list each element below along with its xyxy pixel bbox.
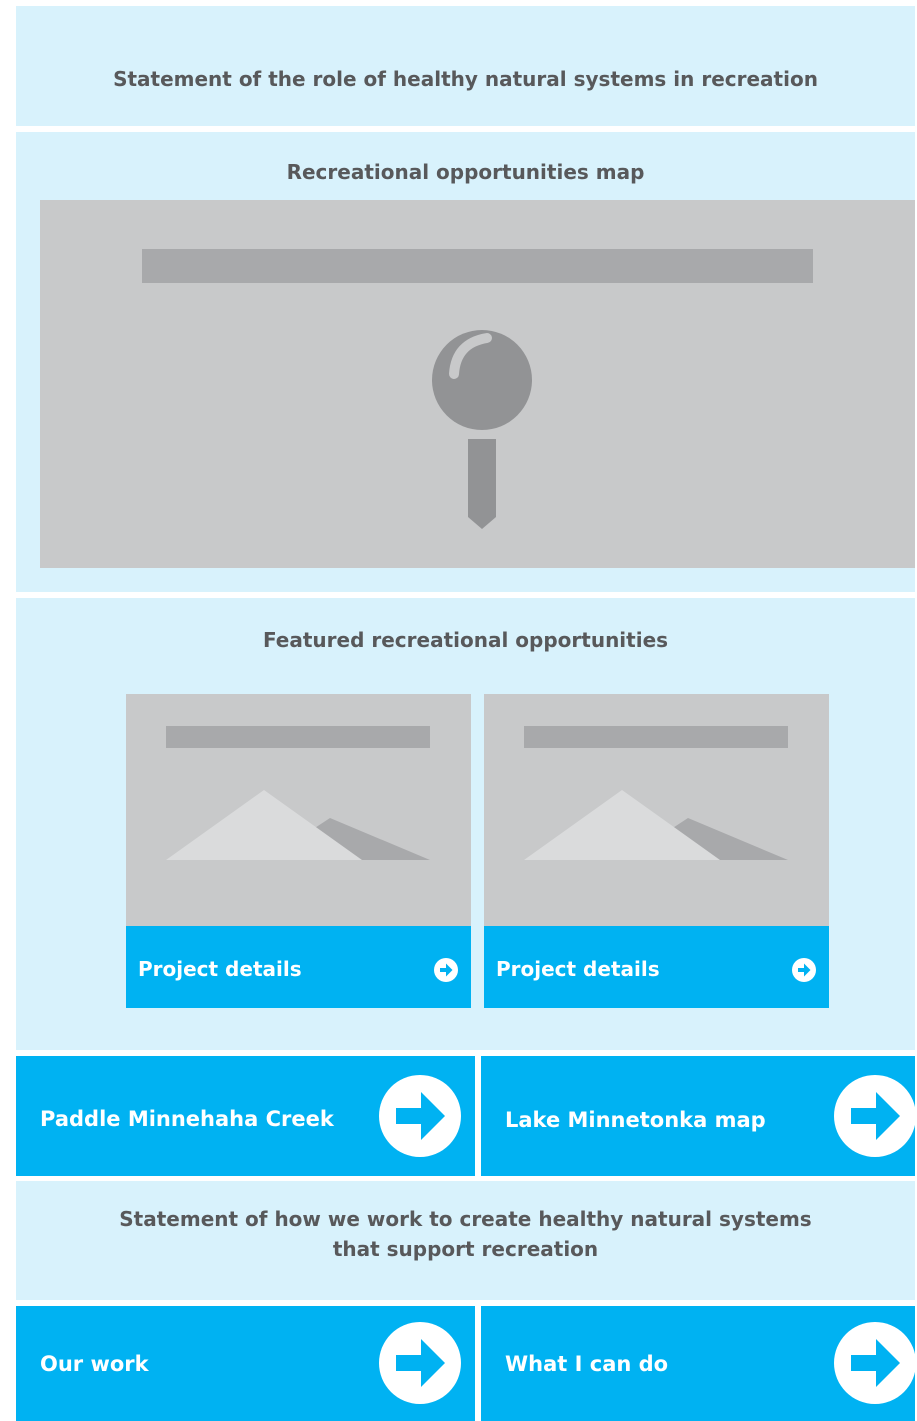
how-we-work-line-1: Statement of how we work to create healt… — [119, 1207, 812, 1231]
our-work-label: Our work — [40, 1352, 149, 1376]
paddle-minnehaha-creek-label: Paddle Minnehaha Creek — [40, 1107, 334, 1131]
project-details-label: Project details — [138, 957, 302, 981]
recreation-map[interactable] — [40, 200, 915, 568]
arrow-right-circle-icon — [792, 958, 816, 982]
featured-card[interactable]: Project details — [126, 694, 471, 1008]
intro-panel: Statement of the role of healthy natural… — [16, 6, 915, 126]
card-title-bar — [524, 726, 788, 748]
how-we-work-statement: Statement of how we work to create healt… — [16, 1204, 915, 1264]
what-i-can-do-button[interactable]: What I can do — [481, 1306, 916, 1421]
how-we-work-line-2: that support recreation — [332, 1237, 599, 1261]
project-details-button[interactable]: Project details — [484, 926, 829, 1008]
map-pin-icon — [432, 330, 532, 529]
card-title-bar — [166, 726, 430, 748]
image-placeholder-icon — [524, 790, 788, 860]
image-placeholder-icon — [166, 790, 430, 860]
what-i-can-do-label: What I can do — [505, 1352, 669, 1376]
featured-section-title: Featured recreational opportunities — [262, 628, 669, 652]
arrow-right-circle-icon — [834, 1322, 916, 1404]
arrow-right-circle-icon — [379, 1322, 461, 1404]
arrow-right-circle-icon — [379, 1075, 461, 1157]
featured-panel: Featured recreational opportunities Proj… — [16, 598, 915, 1050]
featured-card[interactable]: Project details — [484, 694, 829, 1008]
arrow-right-circle-icon — [834, 1075, 916, 1157]
our-work-button[interactable]: Our work — [16, 1306, 475, 1421]
map-section-title: Recreational opportunities map — [286, 160, 645, 184]
intro-statement: Statement of the role of healthy natural… — [113, 67, 818, 91]
how-we-work-panel: Statement of how we work to create healt… — [16, 1181, 915, 1300]
project-details-label: Project details — [496, 957, 660, 981]
project-details-button[interactable]: Project details — [126, 926, 471, 1008]
lake-minnetonka-map-button[interactable]: Lake Minnetonka map — [481, 1056, 916, 1176]
paddle-minnehaha-creek-button[interactable]: Paddle Minnehaha Creek — [16, 1056, 475, 1176]
lake-minnetonka-map-label: Lake Minnetonka map — [505, 1108, 766, 1132]
map-title-bar — [142, 249, 813, 283]
arrow-right-circle-icon — [434, 958, 458, 982]
map-panel: Recreational opportunities map — [16, 132, 915, 592]
